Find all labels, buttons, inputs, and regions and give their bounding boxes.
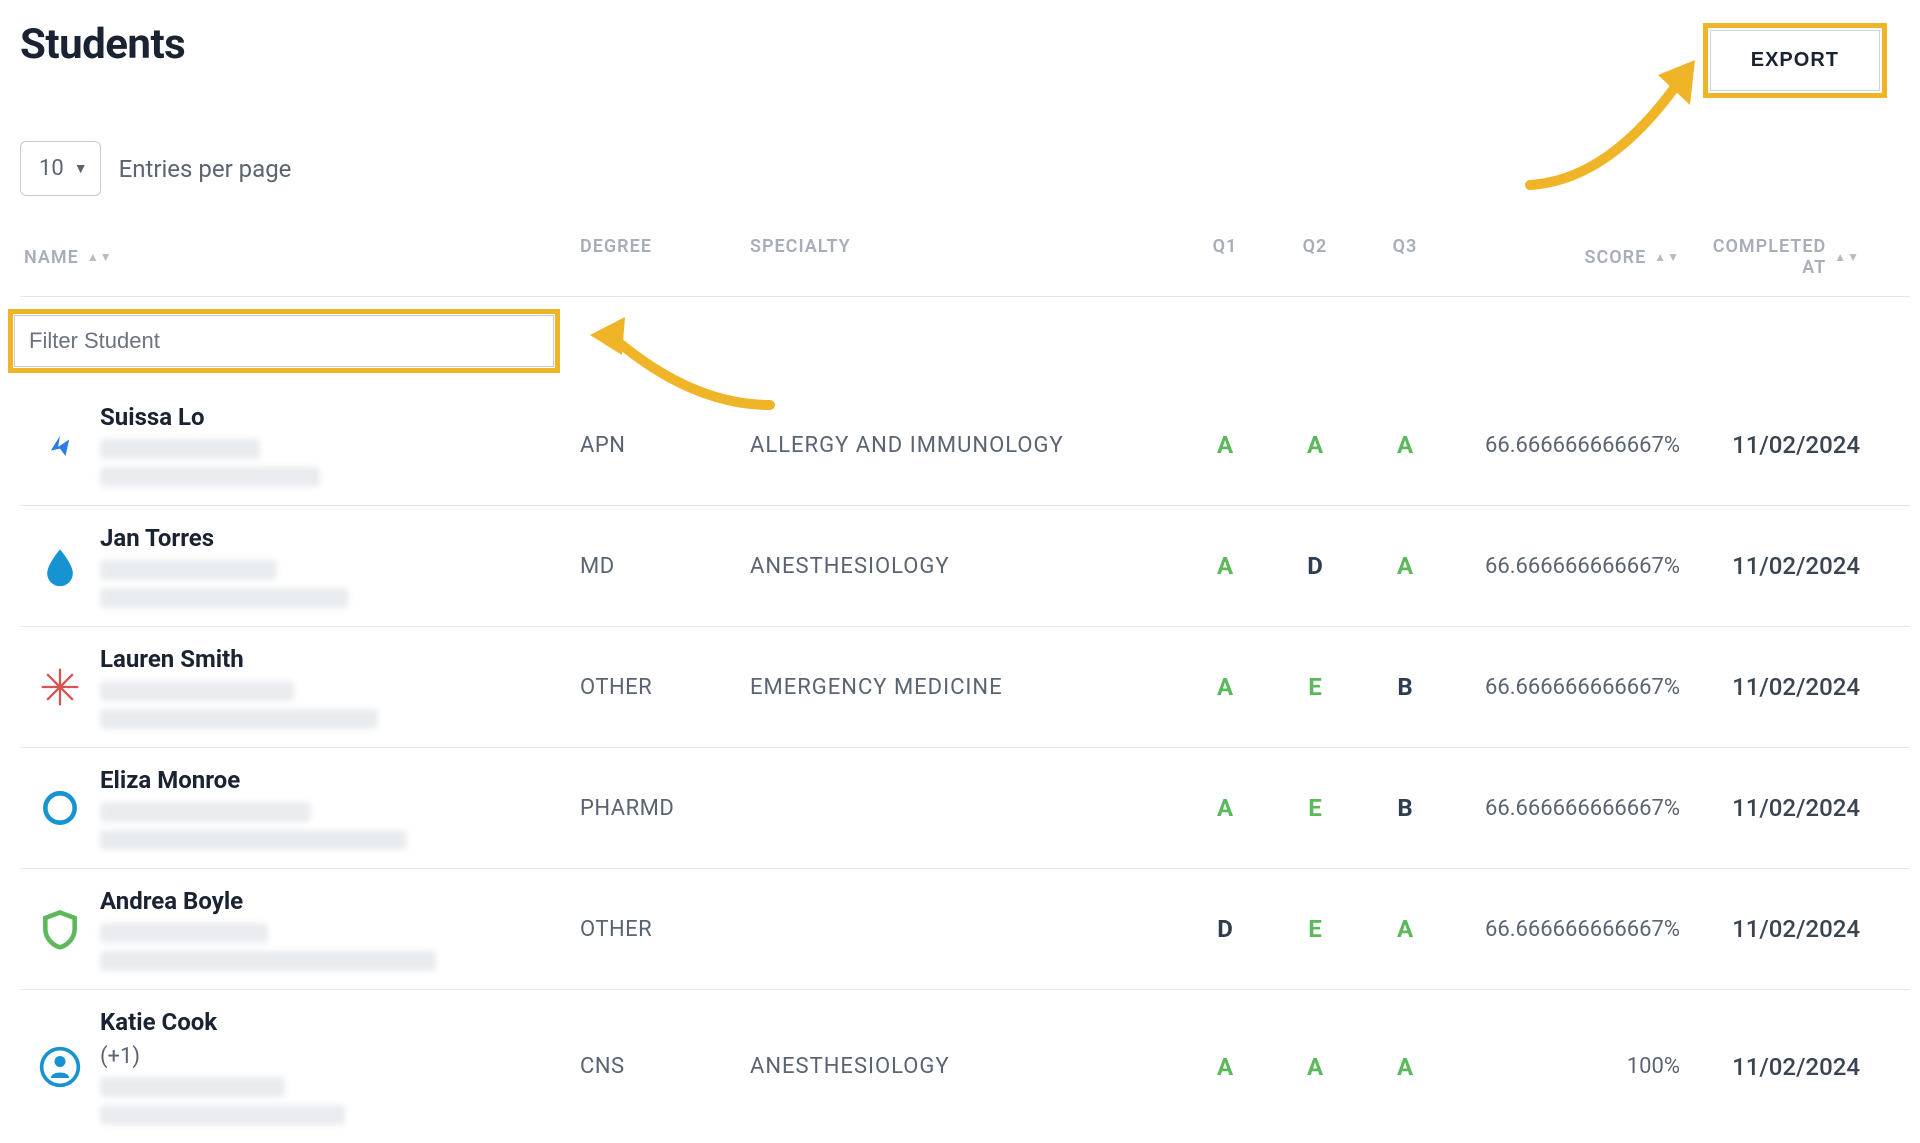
redacted-text xyxy=(100,830,407,850)
sort-icon: ▲▼ xyxy=(1834,251,1860,263)
specialty-cell: ANESTHESIOLOGY xyxy=(750,1054,1180,1079)
col-score[interactable]: SCORE ▲▼ xyxy=(1450,236,1700,278)
student-name: Katie Cook xyxy=(100,1008,580,1036)
q3-cell: A xyxy=(1360,1053,1450,1081)
q3-cell: A xyxy=(1360,915,1450,943)
page-title: Students xyxy=(20,20,185,69)
student-subtext: (+1) xyxy=(100,1044,580,1069)
student-name: Jan Torres xyxy=(100,524,580,552)
chevron-down-icon: ▼ xyxy=(74,160,88,177)
score-cell: 66.666666666667% xyxy=(1450,796,1700,821)
q3-cell: A xyxy=(1360,552,1450,580)
table-row[interactable]: Jan Torres MD ANESTHESIOLOGY A D A 66.66… xyxy=(20,506,1910,627)
col-specialty[interactable]: SPECIALTY xyxy=(750,236,1180,278)
entries-per-page-select[interactable]: 10 ▼ xyxy=(20,141,101,196)
date-cell: 11/02/2024 xyxy=(1700,915,1910,943)
degree-cell: MD xyxy=(580,554,750,579)
specialty-cell: EMERGENCY MEDICINE xyxy=(750,675,1180,700)
q1-cell: A xyxy=(1180,552,1270,580)
col-q1[interactable]: Q1 xyxy=(1180,236,1270,278)
score-cell: 66.666666666667% xyxy=(1450,554,1700,579)
student-name: Lauren Smith xyxy=(100,645,580,673)
sort-icon: ▲▼ xyxy=(1654,251,1680,263)
date-cell: 11/02/2024 xyxy=(1700,794,1910,822)
table-row[interactable]: Eliza Monroe PHARMD A E B 66.66666666666… xyxy=(20,748,1910,869)
score-cell: 66.666666666667% xyxy=(1450,675,1700,700)
score-cell: 66.666666666667% xyxy=(1450,433,1700,458)
avatar-icon xyxy=(36,421,84,469)
export-button[interactable]: EXPORT xyxy=(1710,30,1880,91)
table-row[interactable]: Andrea Boyle OTHER D E A 66.666666666667… xyxy=(20,869,1910,990)
q3-cell: B xyxy=(1360,673,1450,701)
avatar-icon xyxy=(36,784,84,832)
redacted-text xyxy=(100,681,294,701)
student-name: Eliza Monroe xyxy=(100,766,580,794)
q2-cell: A xyxy=(1270,431,1360,459)
degree-cell: OTHER xyxy=(580,917,750,942)
q3-cell: B xyxy=(1360,794,1450,822)
avatar-icon xyxy=(36,905,84,953)
degree-cell: OTHER xyxy=(580,675,750,700)
col-completed[interactable]: COMPLETED AT ▲▼ xyxy=(1700,236,1910,278)
col-name[interactable]: NAME ▲▼ xyxy=(20,236,580,278)
table-row[interactable]: Suissa Lo APN ALLERGY AND IMMUNOLOGY A A… xyxy=(20,385,1910,506)
date-cell: 11/02/2024 xyxy=(1700,552,1910,580)
q1-cell: A xyxy=(1180,794,1270,822)
redacted-text xyxy=(100,951,436,971)
q3-cell: A xyxy=(1360,431,1450,459)
student-name: Suissa Lo xyxy=(100,403,580,431)
specialty-cell: ALLERGY AND IMMUNOLOGY xyxy=(750,433,1180,458)
q2-cell: A xyxy=(1270,1053,1360,1081)
redacted-text xyxy=(100,439,260,459)
q2-cell: D xyxy=(1270,552,1360,580)
q1-cell: A xyxy=(1180,1053,1270,1081)
entries-label: Entries per page xyxy=(119,155,292,183)
score-cell: 100% xyxy=(1450,1054,1700,1079)
specialty-cell: ANESTHESIOLOGY xyxy=(750,554,1180,579)
col-q2[interactable]: Q2 xyxy=(1270,236,1360,278)
avatar-icon xyxy=(36,663,84,711)
q2-cell: E xyxy=(1270,794,1360,822)
redacted-text xyxy=(100,923,268,943)
redacted-text xyxy=(100,802,311,822)
table-header: NAME ▲▼ DEGREE SPECIALTY Q1 Q2 Q3 SCORE … xyxy=(20,226,1910,297)
redacted-text xyxy=(100,1077,285,1097)
degree-cell: APN xyxy=(580,433,750,458)
redacted-text xyxy=(100,560,277,580)
q1-cell: A xyxy=(1180,673,1270,701)
q1-cell: A xyxy=(1180,431,1270,459)
redacted-text xyxy=(100,467,320,487)
redacted-text xyxy=(100,588,349,608)
date-cell: 11/02/2024 xyxy=(1700,1053,1910,1081)
avatar-icon xyxy=(36,1043,84,1091)
avatar-icon xyxy=(36,542,84,590)
col-degree[interactable]: DEGREE xyxy=(580,236,750,278)
student-name: Andrea Boyle xyxy=(100,887,580,915)
filter-student-input[interactable] xyxy=(14,315,554,367)
q2-cell: E xyxy=(1270,915,1360,943)
q1-cell: D xyxy=(1180,915,1270,943)
entries-value: 10 xyxy=(39,156,64,181)
redacted-text xyxy=(100,1105,345,1125)
date-cell: 11/02/2024 xyxy=(1700,673,1910,701)
degree-cell: CNS xyxy=(580,1054,750,1079)
score-cell: 66.666666666667% xyxy=(1450,917,1700,942)
sort-icon: ▲▼ xyxy=(87,251,113,263)
degree-cell: PHARMD xyxy=(580,796,750,821)
q2-cell: E xyxy=(1270,673,1360,701)
redacted-text xyxy=(100,709,378,729)
date-cell: 11/02/2024 xyxy=(1700,431,1910,459)
table-row[interactable]: Katie Cook (+1) CNS ANESTHESIOLOGY A A A… xyxy=(20,990,1910,1143)
table-row[interactable]: Lauren Smith OTHER EMERGENCY MEDICINE A … xyxy=(20,627,1910,748)
col-q3[interactable]: Q3 xyxy=(1360,236,1450,278)
